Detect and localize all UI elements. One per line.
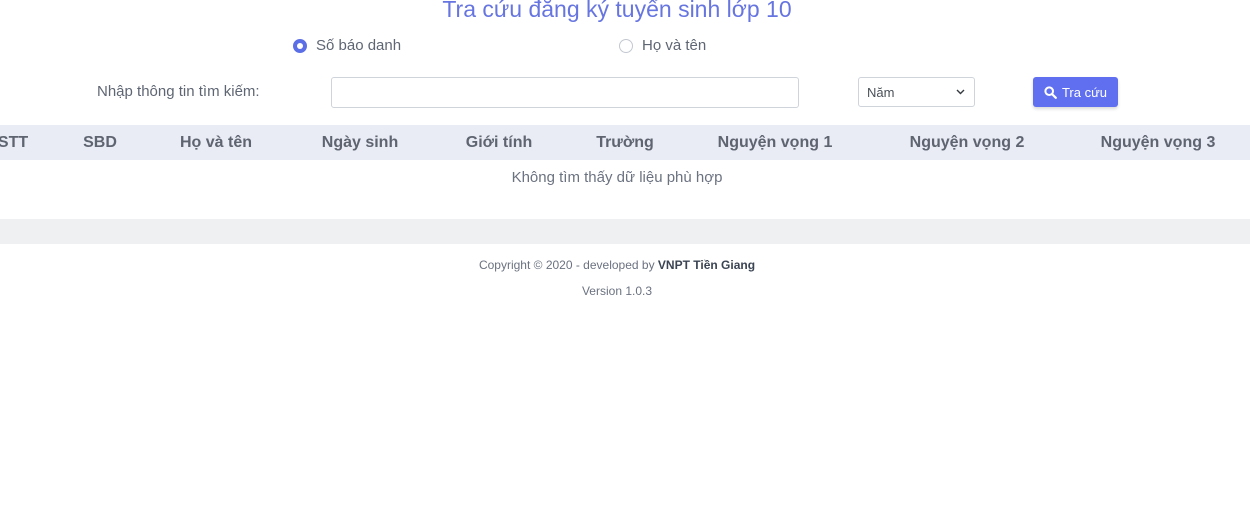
radio-button-unchecked[interactable]: [619, 38, 633, 53]
column-header-wish-2: Nguyện vọng 2: [909, 134, 1025, 151]
column-header-gender: Giới tính: [465, 134, 533, 151]
column-header-school: Trường: [596, 134, 654, 151]
search-label: Nhập thông tin tìm kiếm:: [97, 83, 260, 100]
column-header-sbd: SBD: [83, 134, 117, 151]
column-header-name: Họ và tên: [179, 134, 253, 151]
column-header-dob: Ngày sinh: [321, 134, 399, 151]
year-select[interactable]: Năm: [858, 77, 975, 107]
chevron-down-icon: [956, 89, 965, 95]
version-text: Version 1.0.3: [581, 284, 653, 298]
footer-divider: [0, 219, 1250, 244]
copyright-text: Copyright © 2020 - developed by: [478, 258, 655, 272]
radio-label-sbd: Số báo danh: [316, 37, 402, 54]
empty-table-message: Không tìm thấy dữ liệu phù hợp: [511, 169, 723, 186]
page-title: Tra cứu đăng ký tuyển sinh lớp 10: [442, 0, 792, 22]
year-select-value: Năm: [867, 84, 895, 100]
search-button-label: Tra cứu: [1061, 84, 1108, 100]
search-input[interactable]: [331, 77, 799, 108]
copyright: Copyright © 2020 - developed by VNPT Tiề…: [0, 258, 1234, 272]
radio-button-checked[interactable]: [293, 38, 307, 53]
column-header-stt: STT: [0, 134, 29, 151]
search-icon: [1044, 85, 1057, 99]
table-header: STT SBD Họ và tên Ngày sinh Giới tính Tr…: [0, 125, 1250, 160]
radio-label-name: Họ và tên: [642, 37, 707, 54]
developer-brand-link[interactable]: VNPT Tiền Giang: [658, 258, 755, 272]
radio-option-name[interactable]: Họ và tên: [619, 37, 706, 54]
radio-option-sbd[interactable]: Số báo danh: [293, 37, 401, 54]
column-header-wish-3: Nguyện vọng 3: [1100, 134, 1216, 151]
search-button[interactable]: Tra cứu: [1033, 77, 1118, 107]
column-header-wish-1: Nguyện vọng 1: [717, 134, 833, 151]
